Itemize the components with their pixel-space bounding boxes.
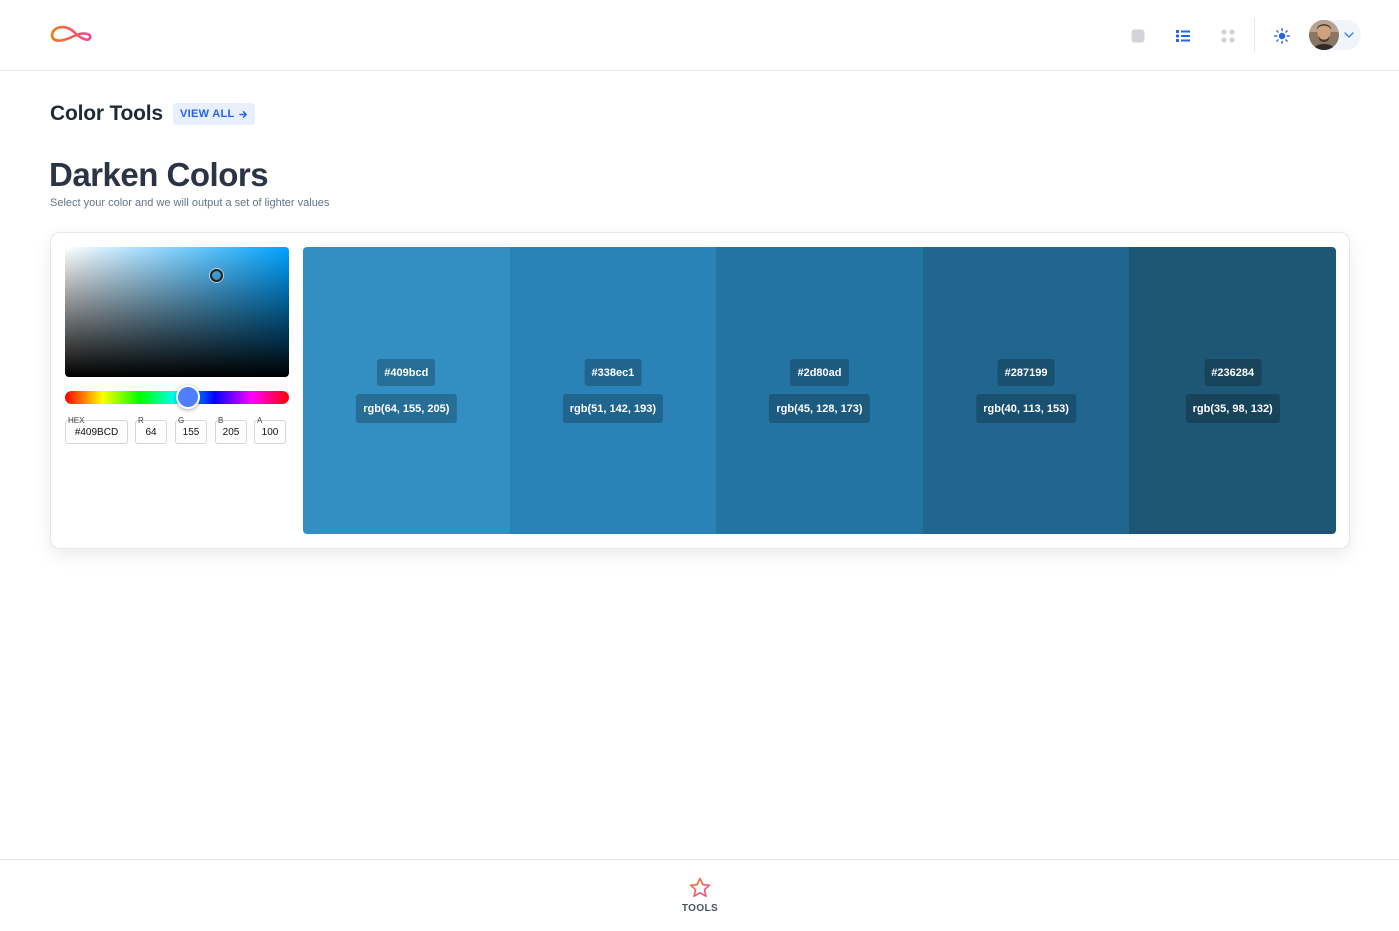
swatch-hex-label[interactable]: #409bcd <box>377 359 436 386</box>
page-subtitle: Select your color and we will output a s… <box>50 197 330 209</box>
color-tool-card: HEX R G B A #409bcd rgb(64, 155, 205) #3… <box>50 232 1350 549</box>
darkened-swatch-strip: #409bcd rgb(64, 155, 205) #338ec1 rgb(51… <box>303 247 1336 534</box>
swatch-rgb-label[interactable]: rgb(45, 128, 173) <box>769 394 870 423</box>
picker-cursor[interactable] <box>210 269 223 282</box>
swatch-rgb-label[interactable]: rgb(51, 142, 193) <box>562 394 663 423</box>
header-divider <box>1254 18 1255 52</box>
a-label: A <box>257 416 263 425</box>
swatch-rgb-label[interactable]: rgb(64, 155, 205) <box>356 394 457 423</box>
bottom-navigation-bar: TOOLS <box>0 859 1399 931</box>
user-menu-button[interactable] <box>1309 20 1361 50</box>
grid-view-icon <box>1221 29 1235 43</box>
loop-logo-icon[interactable] <box>48 20 94 50</box>
color-swatch[interactable]: #236284 rgb(35, 98, 132) <box>1129 247 1336 534</box>
view-all-label: VIEW ALL <box>180 108 235 120</box>
swatch-hex-label[interactable]: #2d80ad <box>790 359 849 386</box>
page-title: Darken Colors <box>49 156 269 193</box>
color-input-fields: HEX R G B A <box>65 416 289 446</box>
swatch-hex-label[interactable]: #338ec1 <box>584 359 642 386</box>
color-swatch[interactable]: #338ec1 rgb(51, 142, 193) <box>509 247 717 534</box>
r-label: R <box>138 416 144 425</box>
square-view-icon <box>1131 29 1145 43</box>
list-view-button[interactable] <box>1171 24 1195 48</box>
square-view-button[interactable] <box>1126 24 1150 48</box>
hue-slider[interactable] <box>65 385 289 409</box>
star-icon <box>689 877 711 897</box>
hex-label: HEX <box>68 416 85 425</box>
swatch-hex-label[interactable]: #287199 <box>997 359 1055 386</box>
avatar <box>1309 20 1339 50</box>
arrow-right-icon <box>238 110 247 118</box>
color-swatch[interactable]: #287199 rgb(40, 113, 153) <box>922 247 1130 534</box>
color-swatch[interactable]: #409bcd rgb(64, 155, 205) <box>303 247 510 534</box>
tools-nav-item[interactable]: TOOLS <box>670 876 730 920</box>
chevron-down-icon <box>1344 32 1354 38</box>
g-label: G <box>178 416 185 425</box>
top-navigation-bar <box>0 0 1399 71</box>
swatch-hex-label[interactable]: #236284 <box>1204 359 1262 386</box>
view-all-button[interactable]: VIEW ALL <box>173 103 255 125</box>
b-label: B <box>218 416 224 425</box>
swatch-rgb-label[interactable]: rgb(35, 98, 132) <box>1185 394 1280 423</box>
swatch-rgb-label[interactable]: rgb(40, 113, 153) <box>976 394 1076 423</box>
theme-toggle-button[interactable] <box>1270 24 1294 48</box>
saturation-value-picker[interactable] <box>65 247 289 377</box>
hue-slider-thumb[interactable] <box>176 385 201 409</box>
tools-label: TOOLS <box>681 903 719 914</box>
color-swatch[interactable]: #2d80ad rgb(45, 128, 173) <box>716 247 923 534</box>
list-view-icon <box>1176 30 1190 42</box>
sun-icon <box>1274 28 1290 44</box>
grid-view-button[interactable] <box>1216 24 1240 48</box>
section-title: Color Tools <box>50 102 163 125</box>
